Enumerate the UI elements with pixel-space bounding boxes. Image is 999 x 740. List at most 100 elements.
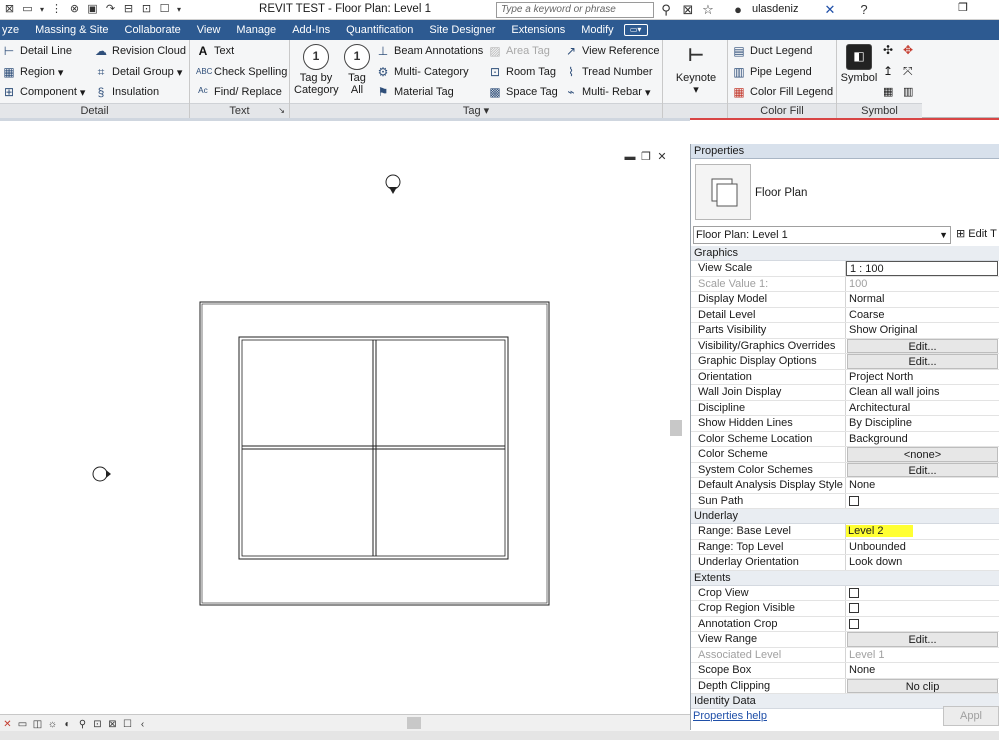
prop-row[interactable]: System Color Schemes Edit... xyxy=(691,462,999,478)
prop-row[interactable]: Depth Clipping No clip xyxy=(691,678,999,694)
annotation-crop-checkbox[interactable] xyxy=(849,618,859,629)
crop-region-visible-checkbox[interactable] xyxy=(849,603,859,613)
outer-wall[interactable] xyxy=(199,301,550,606)
multi-rebar-button[interactable]: ⌁ Multi- Rebar ▾ xyxy=(564,83,650,101)
restore-window-icon[interactable]: ❐ xyxy=(955,1,971,17)
space-tag-button[interactable]: ▩ Space Tag xyxy=(488,83,557,101)
infocenter-icon[interactable]: ⊠ xyxy=(680,2,696,18)
prop-row[interactable]: Range: Top Level Unbounded xyxy=(691,539,999,555)
properties-help-link[interactable]: Properties help xyxy=(693,710,767,722)
sun-path-icon[interactable]: ☼ xyxy=(47,719,58,730)
prop-row[interactable]: Annotation Crop xyxy=(691,616,999,632)
detail-line-button[interactable]: ⊢ Detail Line xyxy=(2,42,72,60)
edit-button[interactable]: Edit... xyxy=(847,354,998,369)
star-icon[interactable]: ☆ xyxy=(700,2,716,18)
chevron-down-icon[interactable]: ▾ xyxy=(175,2,183,17)
vertical-scrollbar-thumb[interactable] xyxy=(670,420,682,436)
tab-collaborate[interactable]: Collaborate xyxy=(117,20,189,40)
prop-row[interactable]: Display Model Normal xyxy=(691,292,999,308)
layout-icon[interactable]: ☐ xyxy=(157,2,172,17)
prop-row[interactable]: Graphic Display Options Edit... xyxy=(691,354,999,370)
view-range-edit-button[interactable]: Edit... xyxy=(847,632,998,647)
elevation-marker-top[interactable] xyxy=(385,174,401,194)
multi-category-button[interactable]: ⚙ Multi- Category xyxy=(376,63,469,81)
sync-icon[interactable]: ⋮ xyxy=(49,2,64,17)
prop-row[interactable]: Wall Join Display Clean all wall joins xyxy=(691,385,999,401)
stair-path-icon[interactable]: ✥ xyxy=(903,43,913,57)
shadows-icon[interactable]: ◐ xyxy=(62,719,73,730)
tab-modify[interactable]: Modify xyxy=(573,20,621,40)
render-icon[interactable]: ⚲ xyxy=(77,719,88,730)
user-icon[interactable]: ● xyxy=(730,2,746,18)
detail-panel-title[interactable]: Detail xyxy=(0,103,189,118)
group-extents[interactable]: Extents xyxy=(691,570,999,586)
scroll-left-icon[interactable]: ‹ xyxy=(137,719,148,730)
redo-icon[interactable]: ↷ xyxy=(103,2,118,17)
user-name[interactable]: ulasdeniz xyxy=(752,3,798,15)
color-fill-panel-title[interactable]: Color Fill xyxy=(728,103,836,118)
prop-row[interactable]: View Range Edit... xyxy=(691,632,999,648)
material-tag-button[interactable]: ⚑ Material Tag xyxy=(376,83,454,101)
group-graphics[interactable]: Graphics xyxy=(691,246,999,261)
prop-row[interactable]: Scope Box None xyxy=(691,663,999,679)
binoculars-icon[interactable]: ⚲ xyxy=(658,2,674,18)
tab-extensions[interactable]: Extensions xyxy=(503,20,573,40)
prop-row[interactable]: Color Scheme Location Background xyxy=(691,431,999,447)
prop-row[interactable]: Crop Region Visible xyxy=(691,601,999,617)
tab-quantification[interactable]: Quantification xyxy=(338,20,421,40)
tab-view[interactable]: View xyxy=(189,20,229,40)
color-fill-legend-button[interactable]: ▦ Color Fill Legend xyxy=(732,83,833,101)
view-reference-button[interactable]: ↗ View Reference xyxy=(564,42,659,60)
tag-by-category-button[interactable]: 1 Tag by Category xyxy=(294,44,339,96)
edit-type-button[interactable]: ⊞ Edit T xyxy=(956,227,997,240)
visual-style-icon[interactable]: ◫ xyxy=(32,719,43,730)
sun-path-checkbox[interactable] xyxy=(849,495,859,506)
temporary-hide-icon[interactable]: ☐ xyxy=(122,719,133,730)
revision-cloud-button[interactable]: ☁ Revision Cloud xyxy=(94,42,186,60)
close-x-icon[interactable]: ⊠ xyxy=(2,2,17,17)
dialog-launcher-icon[interactable]: ↘ xyxy=(278,104,285,118)
tab-manage[interactable]: Manage xyxy=(228,20,284,40)
path-reinforcement-icon[interactable]: ⤧ xyxy=(903,64,913,79)
symbol-panel-title[interactable]: Symbol xyxy=(837,103,922,118)
prop-row[interactable]: Show Hidden Lines By Discipline xyxy=(691,416,999,432)
prop-row[interactable]: Sun Path xyxy=(691,493,999,509)
tread-number-button[interactable]: ⌇ Tread Number xyxy=(564,63,652,81)
exchange-icon[interactable]: ✕ xyxy=(822,2,838,18)
prop-row[interactable]: Crop View xyxy=(691,585,999,601)
region-button[interactable]: ▦ Region ▾ xyxy=(2,63,63,81)
ribbon-options-dropdown[interactable]: ▭▾ xyxy=(623,24,648,36)
keynote-button[interactable]: ⊢ Keynote ▾ xyxy=(671,44,721,96)
group-underlay[interactable]: Underlay xyxy=(691,509,999,524)
color-scheme-button[interactable]: <none> xyxy=(847,447,998,462)
instance-dropdown[interactable]: Floor Plan: Level 1 ▼ xyxy=(693,226,951,244)
text-panel-title[interactable]: Text ↘ xyxy=(190,103,289,118)
tab-massing-site[interactable]: Massing & Site xyxy=(27,20,116,40)
close-hidden-icon[interactable]: ✕ xyxy=(2,719,13,730)
depth-clipping-button[interactable]: No clip xyxy=(847,678,998,693)
search-input[interactable]: Type a keyword or phrase xyxy=(496,2,654,18)
type-selector[interactable]: Floor Plan xyxy=(693,164,998,222)
settings-icon[interactable]: ⊗ xyxy=(67,2,82,17)
area-tag-button[interactable]: ▨ Area Tag xyxy=(488,42,550,60)
pipe-legend-button[interactable]: ▥ Pipe Legend xyxy=(732,63,811,81)
crop-icon[interactable]: ⊡ xyxy=(92,719,103,730)
prop-row[interactable]: Range: Base Level Level 2 xyxy=(691,524,999,540)
elevation-marker-left[interactable] xyxy=(92,466,111,482)
beam-system-icon[interactable]: ▥ xyxy=(903,85,913,98)
crop-view-checkbox[interactable] xyxy=(849,587,859,598)
prop-row[interactable]: View Scale 1 : 100 xyxy=(691,261,999,277)
find-replace-button[interactable]: ᴬᶜ Find/ Replace xyxy=(196,83,282,101)
detail-level-icon[interactable]: ▭ xyxy=(17,719,28,730)
show-crop-icon[interactable]: ⊠ xyxy=(107,719,118,730)
prop-row[interactable]: Underlay Orientation Look down xyxy=(691,555,999,571)
horizontal-scrollbar-thumb[interactable] xyxy=(407,717,421,729)
prop-row[interactable]: Visibility/Graphics Overrides Edit... xyxy=(691,338,999,354)
prop-row[interactable]: Color Scheme <none> xyxy=(691,447,999,463)
check-spelling-button[interactable]: ABC Check Spelling xyxy=(196,63,287,81)
duct-legend-button[interactable]: ▤ Duct Legend xyxy=(732,42,812,60)
room-tag-button[interactable]: ⊡ Room Tag xyxy=(488,63,556,81)
fabric-reinforcement-icon[interactable]: ▦ xyxy=(883,85,893,98)
tab-add-ins[interactable]: Add-Ins xyxy=(284,20,338,40)
edit-button[interactable]: Edit... xyxy=(847,338,998,353)
